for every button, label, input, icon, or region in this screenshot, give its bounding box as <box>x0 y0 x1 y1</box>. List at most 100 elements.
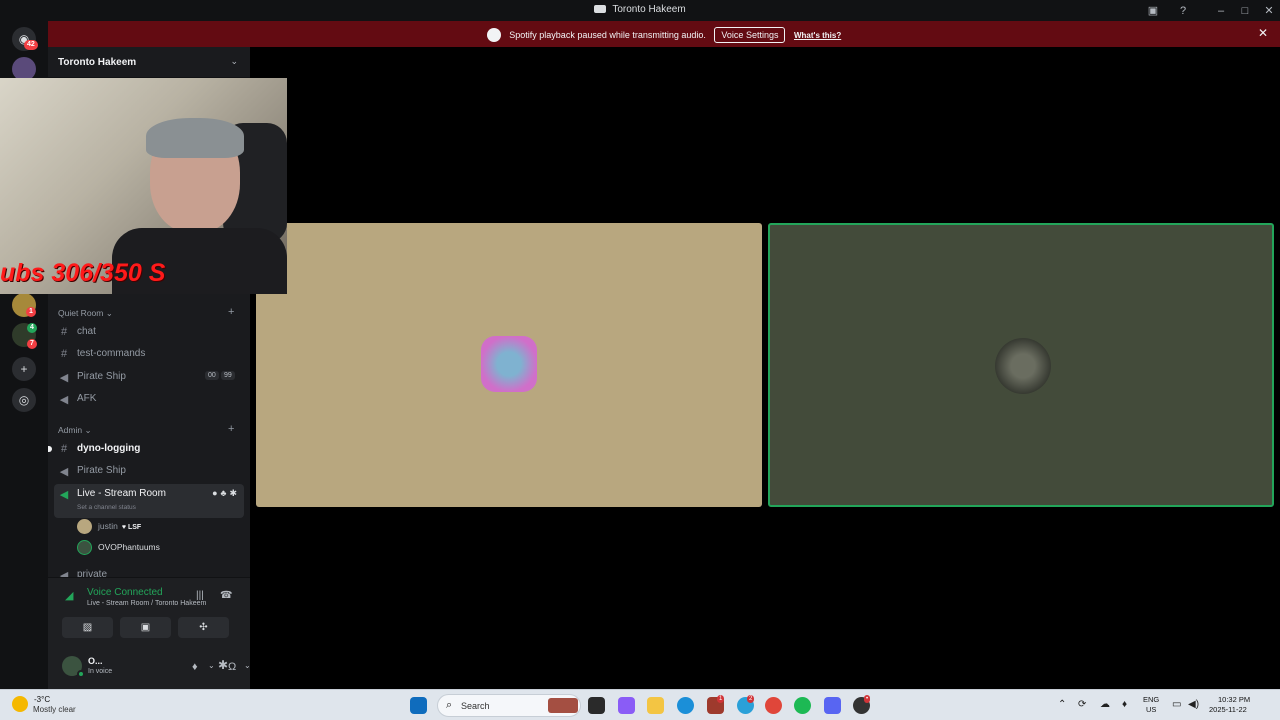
chevron-down-icon[interactable]: ⌄ <box>208 661 215 670</box>
unread-indicator <box>48 446 52 452</box>
stream-tile-justin[interactable] <box>256 223 762 507</box>
microphone-icon[interactable]: ♦ <box>1122 699 1127 710</box>
volume-icon[interactable]: ◀) <box>1188 699 1199 710</box>
avatar <box>77 540 92 555</box>
microphone-icon[interactable]: ♦ <box>192 661 198 673</box>
hash-icon: # <box>60 326 68 338</box>
search-icon: ⌕ <box>446 699 453 711</box>
close-window-button[interactable]: ✕ <box>1261 3 1277 19</box>
edge-icon[interactable] <box>677 697 694 714</box>
language-code[interactable]: ENG <box>1143 695 1159 704</box>
voice-connected-subtitle[interactable]: Live - Stream Room / Toronto Hakeem <box>87 600 206 607</box>
username[interactable]: O... <box>88 656 103 666</box>
copilot-icon[interactable] <box>618 697 635 714</box>
maximize-button[interactable]: □ <box>1237 3 1253 19</box>
clock-time[interactable]: 10:32 PM <box>1218 695 1250 704</box>
signal-icon[interactable]: ◢ <box>65 589 73 602</box>
server-badge: 7 <box>27 339 37 349</box>
hash-icon: # <box>60 348 68 360</box>
channel-private[interactable]: ◀ private <box>54 565 244 577</box>
inbox-icon[interactable]: ▣ <box>1145 3 1161 19</box>
search-box[interactable]: ⌕ Search <box>437 694 581 717</box>
chevron-down-icon: ⌄ <box>230 56 238 66</box>
discord-logo-icon <box>594 5 607 13</box>
gear-icon[interactable]: ✱ <box>229 488 240 498</box>
start-icon[interactable] <box>410 697 427 714</box>
sub-goal-overlay: ubs 306/350 S <box>0 259 166 287</box>
chat-icon[interactable]: ● <box>212 488 220 498</box>
add-server-icon[interactable]: + <box>12 357 36 381</box>
speaker-icon: ◀ <box>59 570 69 577</box>
add-channel-icon[interactable]: + <box>228 306 234 318</box>
title-bar: Toronto Hakeem ▣ ? – □ ✕ <box>0 0 1280 21</box>
channel-pirate-ship[interactable]: ◀ Pirate Ship 00 99 <box>54 367 244 387</box>
clock-date[interactable]: 2025-11-22 <box>1209 705 1247 714</box>
discover-icon[interactable]: ◎ <box>12 388 36 412</box>
weather-icon[interactable] <box>12 696 28 712</box>
channel-afk[interactable]: ◀ AFK <box>54 389 244 409</box>
weather-temp[interactable]: -3°C <box>34 695 50 704</box>
taskbar: -3°C Mostly clear ⌕ Search 1 2 • ⌃ ⟳ ☁ ♦… <box>0 689 1280 720</box>
speaker-icon: ◀ <box>59 372 69 384</box>
whats-this-link[interactable]: What's this? <box>794 31 841 40</box>
user-limit: 99 <box>221 371 235 380</box>
user-count: 00 <box>205 371 219 380</box>
add-channel-icon[interactable]: + <box>228 423 234 435</box>
notification-badge: • <box>864 695 871 703</box>
sync-icon[interactable]: ⟳ <box>1078 699 1086 710</box>
chevron-down-icon[interactable]: ⌄ <box>244 661 251 670</box>
chevron-up-icon[interactable]: ⌃ <box>1058 699 1066 710</box>
help-icon[interactable]: ? <box>1175 3 1191 19</box>
stream-tile-ovophantuums[interactable] <box>768 223 1274 507</box>
user-settings-gear-icon[interactable]: ✱ <box>218 658 228 672</box>
user-status: In voice <box>88 668 113 675</box>
channel-tools: ●♣✱ <box>212 488 240 499</box>
headphones-icon[interactable]: Ω <box>228 661 236 673</box>
file-explorer-icon[interactable] <box>647 697 664 714</box>
speaker-icon: ◀ <box>59 466 69 478</box>
avatar <box>77 519 92 534</box>
channel-pirate-ship-2[interactable]: ◀ Pirate Ship <box>54 461 244 481</box>
voice-connected-title: Voice Connected <box>87 587 163 598</box>
weather-desc[interactable]: Mostly clear <box>33 705 76 714</box>
server-badge: 4 <box>27 323 37 333</box>
spotify-banner: Spotify playback paused while transmitti… <box>48 21 1280 47</box>
screen-share-button[interactable]: ▣ <box>120 617 171 638</box>
language-region[interactable]: US <box>1146 705 1156 714</box>
avatar <box>481 336 537 392</box>
webcam-overlay: ubs 306/350 S <box>0 78 287 294</box>
task-view-icon[interactable] <box>588 697 605 714</box>
avatar <box>995 338 1051 394</box>
server-name: Toronto Hakeem <box>58 57 137 68</box>
discord-icon[interactable] <box>824 697 841 714</box>
banner-message: Spotify playback paused while transmitti… <box>509 30 706 40</box>
cloud-icon[interactable]: ☁ <box>1100 699 1110 710</box>
channel-status[interactable]: Set a channel status <box>77 504 136 511</box>
close-icon[interactable]: ✕ <box>1258 26 1268 40</box>
category-quiet-room[interactable]: Quiet Room ⌄ + <box>58 306 234 319</box>
disconnect-icon[interactable]: ☎ <box>220 590 232 601</box>
channel-live-stream-room[interactable]: ◀ Live - Stream Room Set a channel statu… <box>54 484 244 518</box>
search-highlight-icon <box>548 698 578 713</box>
speaker-icon: ◀ <box>59 394 69 406</box>
server-tag: ♥ LSF <box>121 524 142 531</box>
online-indicator <box>77 670 85 678</box>
channel-chat[interactable]: # chat <box>54 322 244 342</box>
channel-test-commands[interactable]: # test-commands <box>54 344 244 364</box>
server-badge: 1 <box>26 307 36 317</box>
speaker-icon: ◀ <box>59 489 69 501</box>
network-icon[interactable]: ▭ <box>1172 699 1181 710</box>
channel-dyno-logging[interactable]: # dyno-logging <box>48 439 244 459</box>
camera-off-button[interactable]: ▨ <box>62 617 113 638</box>
server-header[interactable]: Toronto Hakeem ⌄ <box>48 47 250 78</box>
noise-suppression-icon[interactable]: ||| <box>196 590 204 601</box>
spotify-icon <box>486 28 501 42</box>
home-badge: 42 <box>24 40 38 50</box>
activities-button[interactable]: ✣ <box>178 617 229 638</box>
chrome-icon[interactable] <box>765 697 782 714</box>
minimize-button[interactable]: – <box>1213 3 1229 19</box>
window-title: Toronto Hakeem <box>0 4 1280 15</box>
voice-settings-button[interactable]: Voice Settings <box>714 27 786 43</box>
category-admin[interactable]: Admin ⌄ + <box>58 423 234 436</box>
spotify-icon[interactable] <box>794 697 811 714</box>
